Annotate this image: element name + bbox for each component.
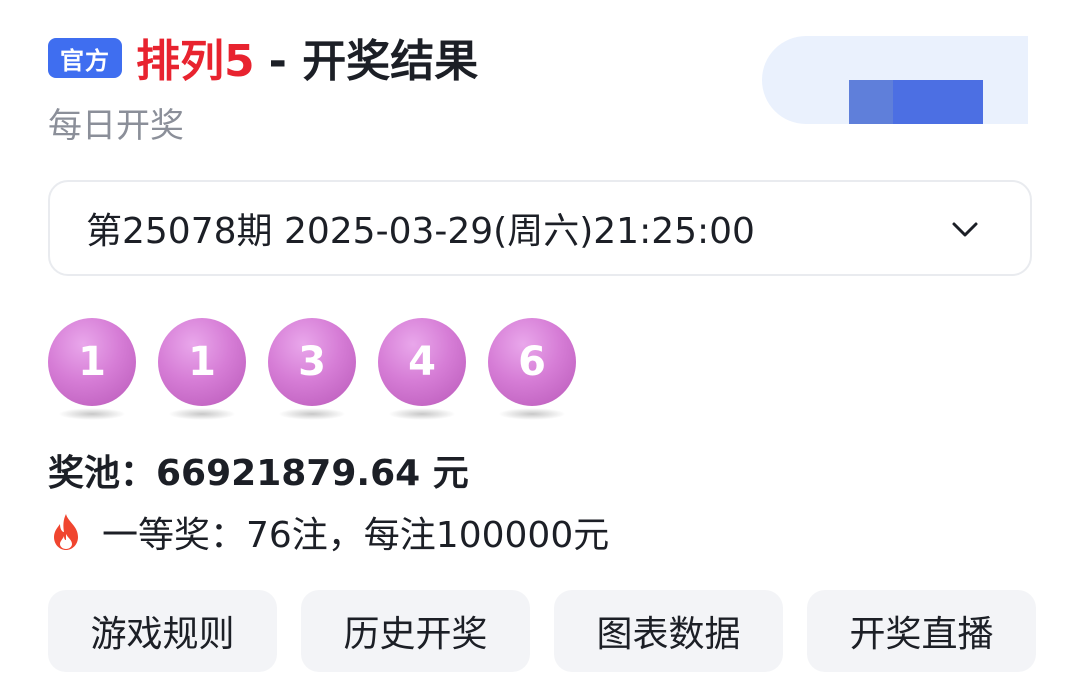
number-ball: 4 — [378, 318, 466, 422]
ball-shadow — [278, 408, 346, 420]
chevron-down-icon — [952, 222, 978, 237]
ball-shadow — [388, 408, 456, 420]
chart-data-button[interactable]: 图表数据 — [554, 590, 783, 672]
live-draw-button[interactable]: 开奖直播 — [807, 590, 1036, 672]
official-badge: 官方 — [48, 38, 122, 78]
game-name: 排列5 — [136, 36, 255, 87]
header: 官方 排列5 - 开奖结果 — [48, 28, 479, 87]
draw-period-value: 第25078期 2025-03-29(周六)21:25:00 — [86, 211, 755, 252]
brand-logo-block — [893, 80, 983, 124]
number-ball: 6 — [488, 318, 576, 422]
draw-period-select[interactable]: 第25078期 2025-03-29(周六)21:25:00 — [48, 180, 1032, 276]
ball-shadow — [498, 408, 566, 420]
number-ball: 3 — [268, 318, 356, 422]
lottery-result-card: 官方 排列5 - 开奖结果 每日开奖 第25078期 2025-03-29(周六… — [0, 0, 1080, 694]
brand-logo-block — [849, 80, 893, 124]
page-title: - 开奖结果 — [268, 36, 479, 87]
ball-number: 1 — [158, 318, 246, 406]
number-ball: 1 — [48, 318, 136, 422]
ball-number: 6 — [488, 318, 576, 406]
ball-shadow — [58, 408, 126, 420]
ball-number: 3 — [268, 318, 356, 406]
game-rules-button[interactable]: 游戏规则 — [48, 590, 277, 672]
action-buttons: 游戏规则 历史开奖 图表数据 开奖直播 — [48, 590, 1036, 672]
draw-frequency: 每日开奖 — [48, 106, 184, 146]
number-ball: 1 — [158, 318, 246, 422]
ball-number: 4 — [378, 318, 466, 406]
first-prize-text: 一等奖：76注，每注100000元 — [102, 515, 610, 556]
ball-shadow — [168, 408, 236, 420]
first-prize-info: 一等奖：76注，每注100000元 — [48, 506, 609, 558]
prize-pool: 奖池：66921879.64 元 — [48, 453, 469, 494]
history-draws-button[interactable]: 历史开奖 — [301, 590, 530, 672]
winning-numbers: 1 1 3 4 6 — [48, 318, 576, 422]
fire-icon — [54, 514, 78, 550]
ball-number: 1 — [48, 318, 136, 406]
